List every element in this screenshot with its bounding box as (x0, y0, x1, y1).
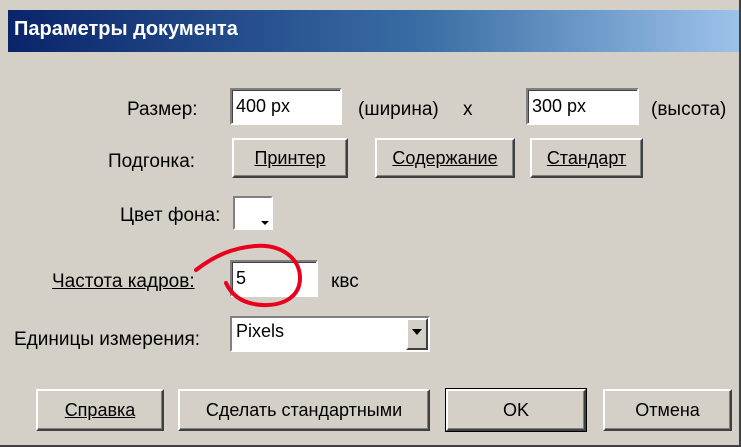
window-title: Параметры документа (14, 18, 238, 40)
height-label: (высота) (651, 99, 727, 120)
ok-button-label: OK (502, 399, 529, 420)
background-color-swatch[interactable] (233, 196, 273, 230)
make-default-button[interactable]: Сделать стандартными (178, 389, 430, 431)
contents-button-label: Содержание (392, 147, 498, 168)
help-button-label: Справка (64, 399, 136, 420)
size-label: Размер: (127, 99, 198, 120)
ok-button[interactable]: OK (445, 388, 587, 432)
times-sign: x (463, 99, 473, 120)
units-label: Единицы измерения: (14, 329, 201, 350)
height-input[interactable] (528, 90, 637, 123)
height-field[interactable] (526, 88, 639, 125)
chevron-down-icon (261, 221, 269, 225)
width-label: (ширина) (358, 99, 439, 120)
document-properties-dialog: Параметры документа Размер: (ширина) x (… (0, 0, 741, 447)
printer-button-label: Принтер (254, 147, 326, 168)
red-circle-annotation (194, 243, 302, 308)
background-color-label: Цвет фона: (120, 205, 221, 226)
fit-label: Подгонка: (108, 151, 196, 172)
chevron-down-icon[interactable] (406, 318, 428, 350)
cancel-button[interactable]: Отмена (603, 389, 732, 431)
printer-button[interactable]: Принтер (232, 138, 348, 178)
width-input[interactable] (232, 90, 340, 123)
frame-rate-field[interactable] (230, 260, 318, 297)
frame-rate-label: Частота кадров: (52, 271, 195, 293)
default-size-button-label: Стандарт (546, 147, 627, 168)
frame-rate-unit: квс (331, 271, 359, 292)
width-field[interactable] (230, 88, 342, 125)
frame-rate-input[interactable] (232, 262, 316, 295)
contents-button[interactable]: Содержание (375, 138, 515, 178)
make-default-button-label: Сделать стандартными (205, 399, 403, 420)
default-size-button[interactable]: Стандарт (530, 138, 643, 178)
help-button[interactable]: Справка (36, 389, 164, 431)
frame-rate-label-text: Частота кадров: (52, 271, 195, 292)
title-bar: Параметры документа (8, 10, 739, 52)
cancel-button-label: Отмена (635, 399, 700, 420)
units-selected-value: Pixels (236, 321, 285, 341)
units-select[interactable]: Pixels (230, 316, 430, 352)
